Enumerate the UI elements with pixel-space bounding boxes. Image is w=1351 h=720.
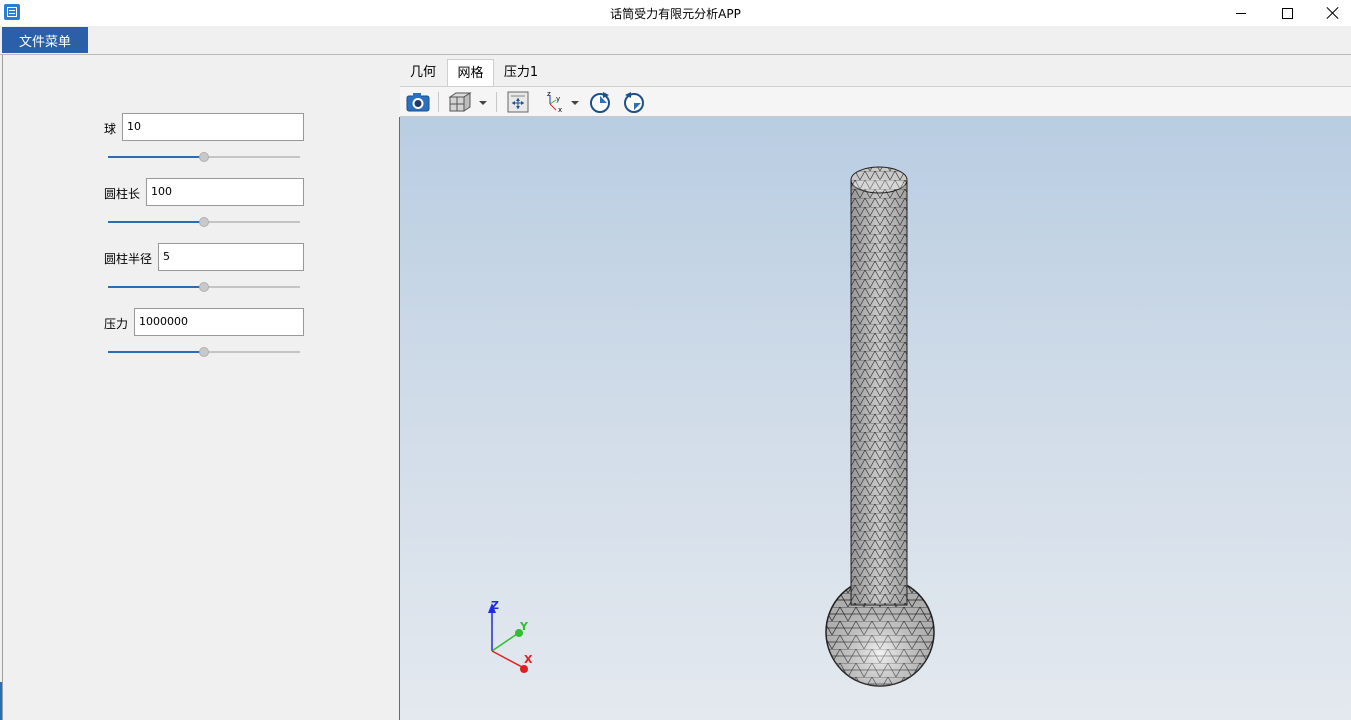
menu-bar: 文件菜单 bbox=[0, 26, 1351, 55]
viewer-toolbar: z y x bbox=[400, 86, 1351, 117]
window-title: 话筒受力有限元分析APP bbox=[610, 7, 741, 21]
svg-text:x: x bbox=[558, 106, 562, 114]
slider-fill bbox=[108, 286, 204, 288]
param-label-cylinder-radius: 圆柱半径 bbox=[104, 252, 153, 266]
param-label-pressure: 压力 bbox=[104, 317, 129, 331]
axis-x-label: X bbox=[524, 653, 533, 666]
title-bar: 话筒受力有限元分析APP bbox=[0, 0, 1351, 26]
sphere-input[interactable]: 10 bbox=[122, 113, 304, 141]
slider-thumb[interactable] bbox=[199, 347, 209, 357]
file-menu-button[interactable]: 文件菜单 bbox=[2, 27, 88, 53]
cylinder-length-slider[interactable] bbox=[108, 216, 300, 228]
fit-view-icon[interactable] bbox=[505, 90, 531, 114]
slider-fill bbox=[108, 351, 204, 353]
slider-thumb[interactable] bbox=[199, 217, 209, 227]
sphere-slider[interactable] bbox=[108, 151, 300, 163]
close-button[interactable] bbox=[1310, 0, 1351, 26]
cylinder-radius-input[interactable]: 5 bbox=[158, 243, 304, 271]
view-cube-icon[interactable] bbox=[446, 90, 490, 114]
axes-orientation-icon[interactable]: z y x bbox=[540, 90, 582, 114]
param-label-cylinder-length: 圆柱长 bbox=[104, 187, 141, 201]
mesh-viewport[interactable]: Z Y X bbox=[399, 117, 1351, 720]
rotate-cw-icon[interactable] bbox=[588, 90, 612, 114]
tab-geometry[interactable]: 几何 bbox=[400, 59, 446, 86]
slider-thumb[interactable] bbox=[199, 282, 209, 292]
axis-z-label: Z bbox=[491, 599, 499, 612]
param-label-sphere: 球 bbox=[104, 122, 117, 136]
axis-y-label: Y bbox=[520, 620, 528, 633]
maximize-button[interactable] bbox=[1264, 0, 1310, 26]
slider-fill bbox=[108, 221, 204, 223]
pressure-input[interactable]: 1000000 bbox=[134, 308, 304, 336]
close-icon bbox=[1327, 7, 1339, 19]
minimize-icon bbox=[1236, 12, 1246, 14]
cylinder-length-input[interactable]: 100 bbox=[146, 178, 304, 206]
svg-text:z: z bbox=[547, 90, 551, 98]
tab-mesh[interactable]: 网格 bbox=[447, 59, 494, 86]
slider-thumb[interactable] bbox=[199, 152, 209, 162]
pressure-slider[interactable] bbox=[108, 346, 300, 358]
cylinder-radius-slider[interactable] bbox=[108, 281, 300, 293]
svg-text:y: y bbox=[556, 95, 560, 103]
camera-icon[interactable] bbox=[404, 90, 432, 114]
minimize-button[interactable] bbox=[1218, 0, 1264, 26]
rotate-ccw-icon[interactable] bbox=[622, 90, 646, 114]
maximize-icon bbox=[1281, 7, 1293, 19]
mesh-cylinder bbox=[850, 166, 908, 606]
window-edge bbox=[0, 682, 2, 720]
axes-triad bbox=[488, 603, 528, 673]
slider-fill bbox=[108, 156, 204, 158]
tab-pressure1[interactable]: 压力1 bbox=[496, 59, 546, 86]
